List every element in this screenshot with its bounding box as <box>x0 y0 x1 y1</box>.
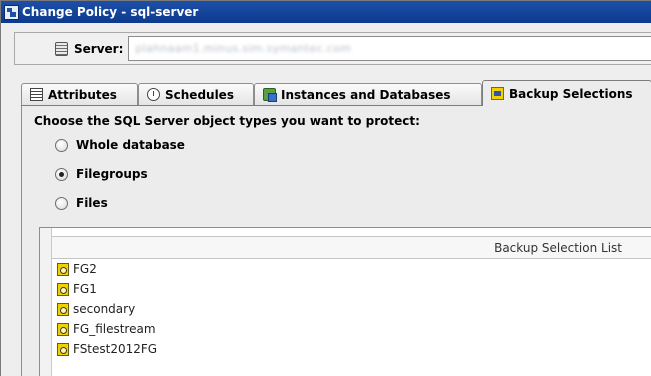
backup-selections-panel: Choose the SQL Server object types you w… <box>21 106 651 376</box>
tab-attributes-label: Attributes <box>48 87 117 102</box>
list-item[interactable]: FG1 <box>52 279 651 299</box>
list-left-gutter <box>40 228 52 376</box>
app-icon <box>4 4 19 20</box>
server-icon <box>55 41 68 56</box>
backup-selection-list[interactable]: Backup Selection List FG2 FG1 secondary <box>39 227 651 376</box>
tab-backup-selections[interactable]: Backup Selections <box>482 80 651 106</box>
filegroup-icon <box>57 342 69 356</box>
filegroup-icon <box>57 282 69 296</box>
change-policy-window: Change Policy - sql-server Server: plahn… <box>0 0 651 376</box>
list-item-label: FStest2012FG <box>73 342 158 356</box>
filegroup-icon <box>57 322 69 336</box>
tab-bar: Attributes Schedules Instances and Datab… <box>21 80 651 106</box>
list-item-label: FG_filestream <box>73 322 156 336</box>
list-item-label: FG2 <box>73 262 97 276</box>
tab-instances-label: Instances and Databases <box>281 87 451 102</box>
list-item[interactable]: FStest2012FG <box>52 339 651 359</box>
instances-icon <box>263 88 277 102</box>
list-item[interactable]: FG_filestream <box>52 319 651 339</box>
server-label: Server: <box>74 41 124 56</box>
whole-database-label: Whole database <box>76 138 185 152</box>
server-panel: Server: plahnaam1.minus.sim.symantec.com <box>14 32 651 65</box>
filegroups-radio[interactable] <box>55 167 68 181</box>
tab-schedules[interactable]: Schedules <box>138 83 254 105</box>
tab-schedules-label: Schedules <box>165 87 234 102</box>
whole-database-radio[interactable] <box>55 138 68 152</box>
object-type-prompt: Choose the SQL Server object types you w… <box>34 114 420 128</box>
option-files[interactable]: Files <box>55 196 108 210</box>
backup-selections-icon <box>491 87 504 100</box>
filegroup-icon <box>57 262 69 276</box>
attributes-icon <box>30 88 43 101</box>
server-field: plahnaam1.minus.sim.symantec.com <box>128 36 651 61</box>
list-item-label: FG1 <box>73 282 97 296</box>
clock-icon <box>147 88 160 101</box>
list-column-header[interactable]: Backup Selection List <box>52 236 651 259</box>
filegroups-label: Filegroups <box>76 167 148 181</box>
files-radio[interactable] <box>55 196 68 210</box>
list-header-label: Backup Selection List <box>494 241 622 255</box>
list-item-label: secondary <box>73 302 136 316</box>
window-title: Change Policy - sql-server <box>22 5 199 19</box>
filegroup-icon <box>57 302 69 316</box>
files-label: Files <box>76 196 108 210</box>
option-whole-database[interactable]: Whole database <box>55 138 185 152</box>
tab-attributes[interactable]: Attributes <box>21 83 138 105</box>
list-item[interactable]: secondary <box>52 299 651 319</box>
list-item[interactable]: FG2 <box>52 259 651 279</box>
title-bar[interactable]: Change Policy - sql-server <box>1 1 651 23</box>
server-value: plahnaam1.minus.sim.symantec.com <box>135 42 352 55</box>
option-filegroups[interactable]: Filegroups <box>55 167 148 181</box>
list-rows: FG2 FG1 secondary FG_filestream FStest20… <box>52 259 651 359</box>
tab-backup-selections-label: Backup Selections <box>509 86 633 101</box>
tab-instances-and-databases[interactable]: Instances and Databases <box>254 83 482 105</box>
